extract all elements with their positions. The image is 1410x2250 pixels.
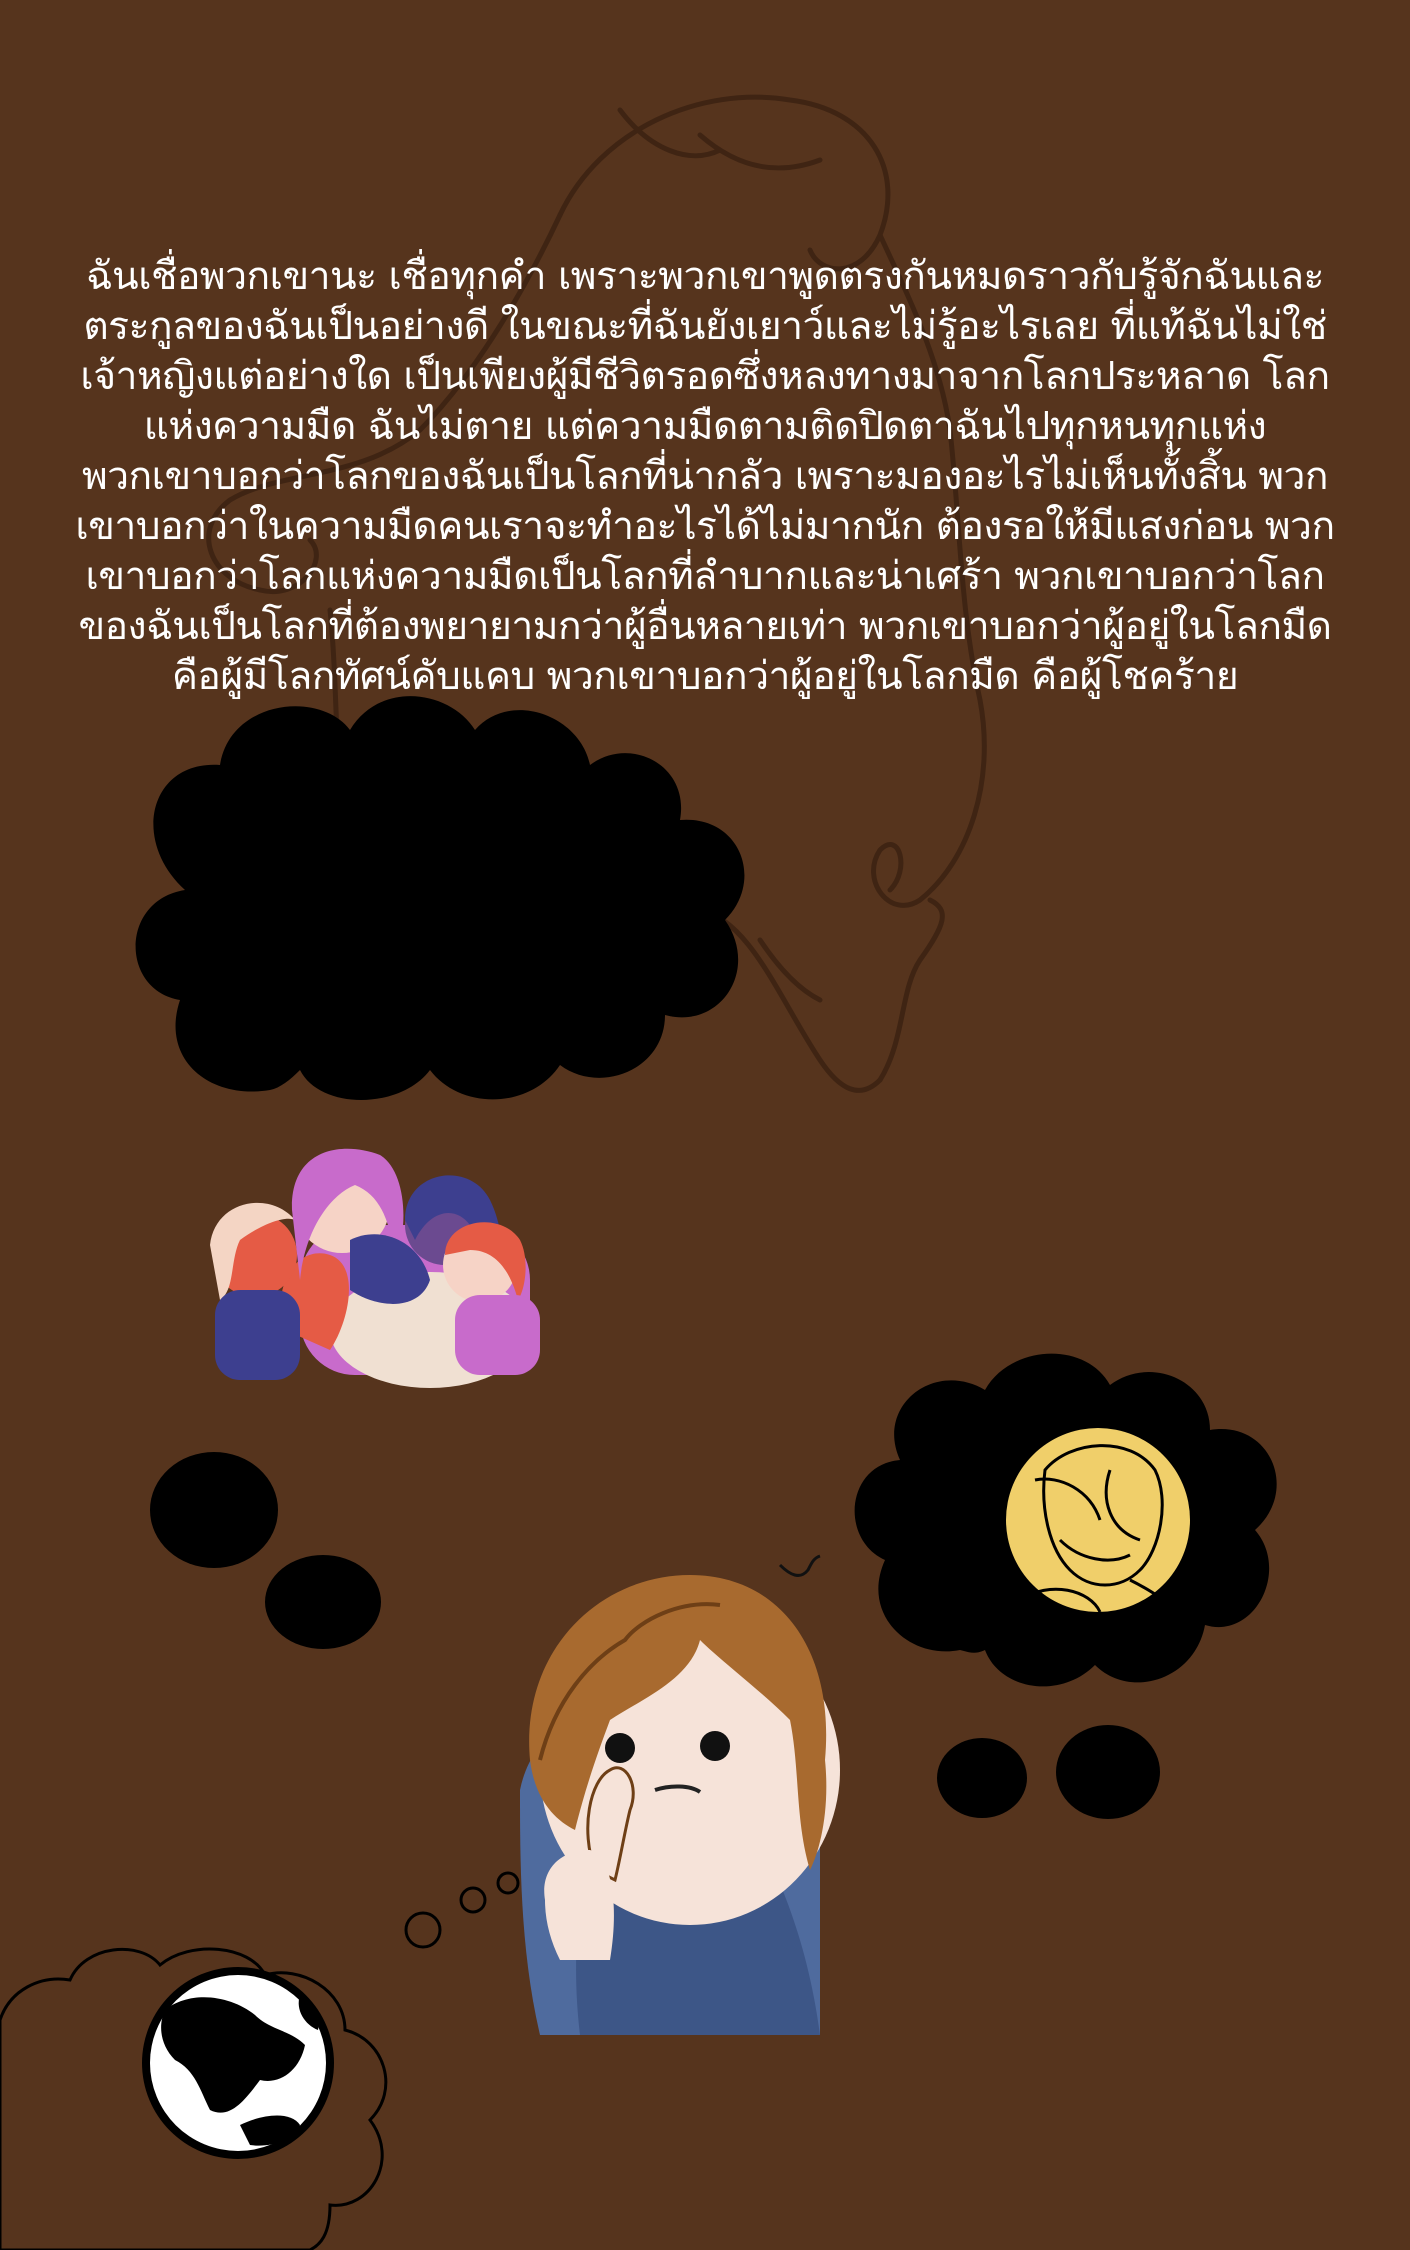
person-covering-face-illustration <box>1006 1428 1190 1613</box>
thinking-girl-illustration <box>520 1554 840 2035</box>
globe-icon <box>142 1967 334 2159</box>
bubble-trail-left-2 <box>150 1452 278 1568</box>
story-text: ฉันเชื่อพวกเขานะ เชื่อทุกคำ เพราะพวกเขาพ… <box>60 252 1350 702</box>
group-of-girls-illustration <box>210 1148 540 1388</box>
story-paragraph-1: ฉันเชื่อพวกเขานะ เชื่อทุกคำ เพราะพวกเขาพ… <box>80 254 1330 449</box>
story-paragraph-2: พวกเขาบอกว่าโลกของฉันเป็นโลกที่น่ากลัว เ… <box>75 454 1335 699</box>
thought-bubble-group <box>135 696 745 1561</box>
